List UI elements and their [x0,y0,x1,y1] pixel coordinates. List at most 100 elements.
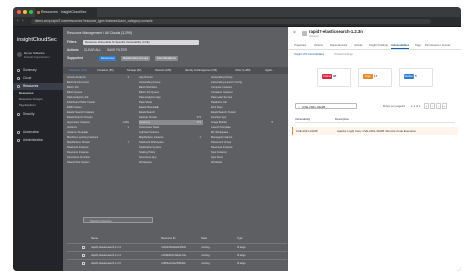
first-page-icon[interactable]: « [424,103,429,109]
column-header-type[interactable]: Type [237,236,243,242]
summary-icon [17,69,20,72]
instance-icon [302,31,307,36]
column-header-resource-id[interactable]: Resource ID [161,236,175,242]
rows-per-page-select[interactable]: 10 [402,103,405,109]
resource-type-item[interactable]: Workload [211,160,275,165]
panel-subtitle: Instance [309,35,319,38]
filters-label: Filters [67,40,77,44]
cloud-icon [17,77,20,80]
tab-application[interactable]: Applic... [263,68,288,73]
actions-row: Actions CLEAR ALL SAVE FILTER [67,47,267,54]
severity-badge: Critical [322,74,332,79]
vulnerability-id[interactable]: CVE-2021-44228 [296,127,318,135]
row-checkbox[interactable] [82,262,85,265]
address-bar[interactable]: demo.cnxp.rapid7.com/resources?resource_… [31,19,431,24]
clear-all-button[interactable]: CLEAR ALL [84,47,101,54]
vulnerability-description: Apache Log4j Core: CVE-2021-44228: Remot… [337,129,416,133]
table-row[interactable]: rapid7-elasticsearch-1.2.3 i-0d1415e94a0… [67,243,287,251]
last-page-icon[interactable]: » [442,103,447,109]
tab-vulnerabilities[interactable]: Vulnerabilities [391,43,410,49]
browser-tab[interactable]: Resources · InsightCloudSec [35,8,97,17]
sidebar-item-label: Summary [23,68,37,72]
sidebar-item-resources[interactable]: Resources [13,83,63,90]
table-row[interactable]: rapid7-elasticsearch-1.2.6 i-0f6f2a1c6a7… [67,259,287,267]
sidebar-item-automation[interactable]: Automation [13,129,63,136]
tab-dependencies[interactable]: Dependencies [330,43,347,48]
supported-label: Supported [67,56,83,60]
sidebar-item-administration[interactable]: Administration [13,137,63,144]
tab-actions[interactable]: Actions [314,43,323,48]
severity-count: 17 [374,74,378,78]
vulnerability-row[interactable]: CVE-2021-44228 Apache Log4j Core: CVE-20… [292,127,458,135]
tab-database[interactable]: Database (316) [67,68,93,73]
supported-row: Supported Resources Relationship Groups … [67,55,267,62]
column-header-description[interactable]: Description [335,116,349,122]
tab-insight-findings[interactable]: Insight Findings [369,43,388,48]
save-filter-button[interactable]: SAVE FILTER [107,47,127,54]
tab-container[interactable]: Container (55) [95,68,123,73]
search-value: CVE-2021-44228 [302,105,326,109]
next-page-icon[interactable]: › [436,103,441,109]
tab-other[interactable]: Other (1,289) [233,68,261,73]
maximize-window-icon[interactable] [29,10,33,14]
sidebar-item-label: Cloud [23,76,32,80]
sidebar-item-label: Administration [23,138,44,142]
favicon-icon [37,11,40,14]
close-icon[interactable]: × [293,30,296,36]
tab-properties[interactable]: Properties [294,43,306,48]
instances-search-input[interactable]: Search Instances [83,217,153,223]
tab-network[interactable]: Network (186) [153,68,181,73]
actions-label: Actions [67,48,79,52]
search-icon: ⌕ [298,105,300,109]
vulnerability-table-header: Vulnerability Description [295,116,455,123]
column-header-vulnerability[interactable]: Vulnerability [295,116,310,122]
supported-pill-resources[interactable]: Resources [99,56,117,61]
filters-row: Filters Resource Vulnerable To Specific … [67,39,267,46]
sidebar-item-security[interactable]: Security [13,111,63,118]
shield-icon [17,113,20,116]
row-checkbox[interactable] [82,246,85,249]
close-window-icon[interactable] [17,10,21,14]
minimize-window-icon[interactable] [23,10,27,14]
sidebar-item-summary[interactable]: Summary [13,67,63,74]
pagination-range: 1-1 of 1 [411,104,421,108]
vulnerability-search-input[interactable]: ⌕ CVE-2021-44228 [295,103,357,109]
rows-per-page-label: Rows per page: [383,104,403,108]
sidebar-item-label: Resources [23,84,39,88]
sidebar: insightCloudSec Demo Software Default Or… [13,27,63,271]
row-checkbox[interactable] [82,254,85,257]
sidebar-subitem-tag-explorer[interactable]: Tag Explorer [13,102,63,108]
tab-activity[interactable]: Activity [354,43,363,48]
tab-storage[interactable]: Storage (82) [125,68,151,73]
tab-tags[interactable]: Tags [415,43,421,48]
tab-permissions-access[interactable]: Permissions / Access [425,43,450,48]
back-icon[interactable]: ‹ [17,18,19,25]
supported-pill-scan-relations[interactable]: Scan Relations [155,56,178,61]
resource-type-item[interactable]: Shared File System [67,160,131,165]
app-logo[interactable]: insightCloudSec [17,37,57,43]
severity-card-medium: Medium 5 [399,68,433,87]
tab-identity-management[interactable]: Identity & Management (56) [183,68,231,73]
browser-tab-bar: Resources · InsightCloudSec [13,7,461,17]
forward-icon[interactable]: › [22,18,24,25]
severity-card-critical: Critical 88 [317,68,351,87]
filter-chip[interactable]: Resource Vulnerable To Specific Vulnerab… [83,40,199,45]
sidebar-item-label: Automation [23,130,40,134]
subtab-threat-findings[interactable]: Threat Findings [334,53,353,56]
subtab-insightvm-vulnerabilities[interactable]: Insight VM Vulnerabilities [294,53,324,56]
resource-type-item[interactable]: Workspace [139,160,203,165]
resource-detail-panel: × rapid7-elasticsearch-1.2.3n Instance P… [288,27,461,271]
prev-page-icon[interactable]: ‹ [430,103,435,109]
column-header-state[interactable]: State [201,236,207,242]
supported-pill-relationship-groups[interactable]: Relationship Groups [121,56,151,61]
main-content: Resource Management / All Clouds (3,299)… [63,27,288,271]
address-bar-row: ‹ › demo.cnxp.rapid7.com/resources?resou… [13,17,461,27]
panel-tabs: Properties Actions Dependencies Activity… [288,41,461,50]
sidebar-item-cloud[interactable]: Cloud [13,75,63,82]
browser-window: Resources · InsightCloudSec ‹ › demo.cnx… [13,7,461,271]
column-header-name[interactable]: Name [91,236,98,242]
breadcrumb: Resource Management / All Clouds (3,299) [67,31,132,35]
category-tabs: Database (316) Container (55) Storage (8… [63,67,288,74]
panel-title: rapid7-elasticsearch-1.2.3n [309,29,363,34]
table-row[interactable]: rapid7-elasticsearch-1.2.4 i-0b3fe9c0c4d… [67,251,287,259]
